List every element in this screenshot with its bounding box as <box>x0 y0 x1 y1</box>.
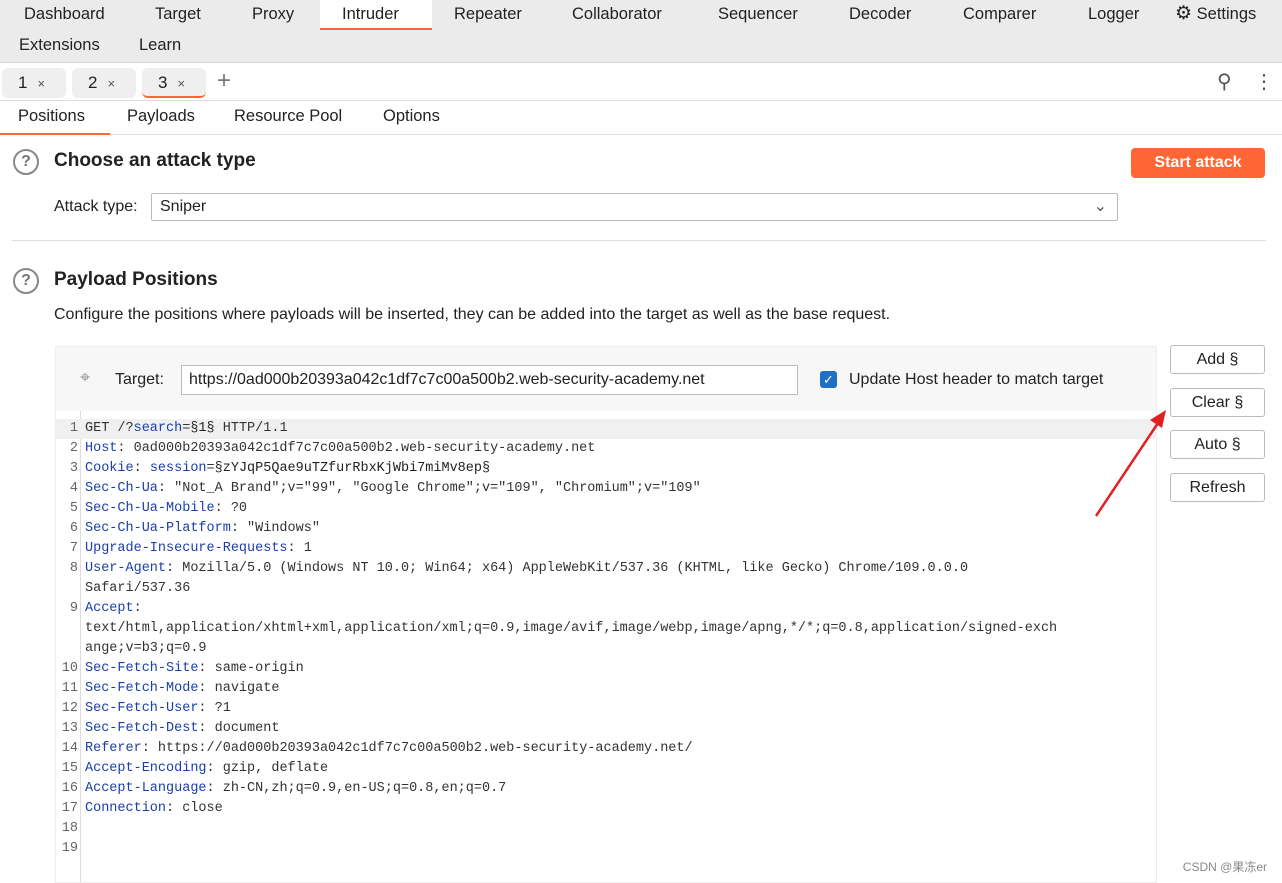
annotation-arrow <box>1094 410 1166 517</box>
watermark: CSDN @果冻er <box>1182 860 1267 874</box>
